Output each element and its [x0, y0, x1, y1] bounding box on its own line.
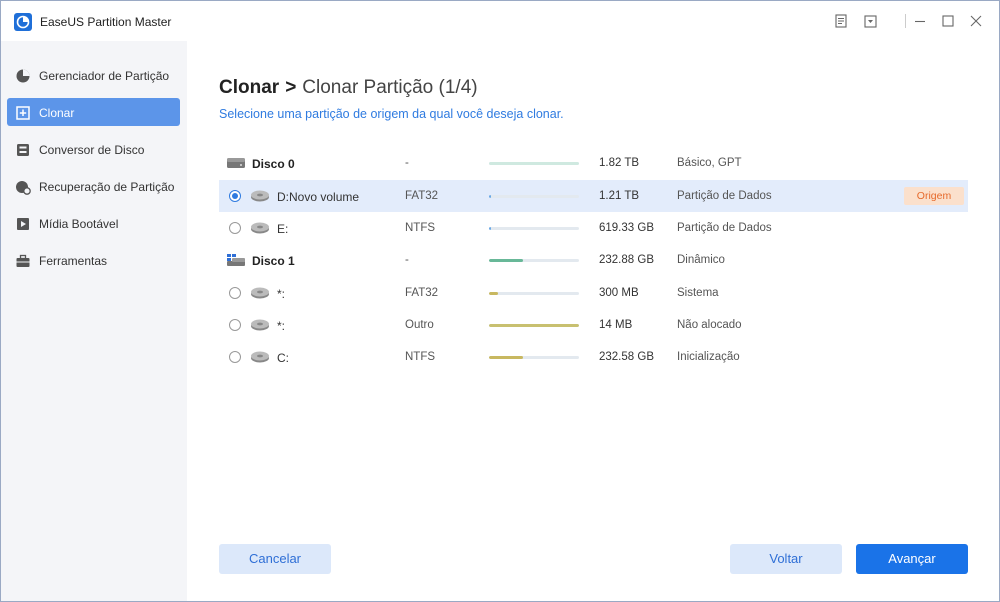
partition-type: Inicialização [677, 351, 740, 363]
partition-radio[interactable] [229, 222, 241, 234]
partition-type: Básico, GPT [677, 157, 742, 169]
sidebar: Gerenciador de Partição Clonar Conversor… [1, 41, 187, 601]
cancel-button[interactable]: Cancelar [219, 544, 331, 574]
file-system: - [405, 254, 409, 266]
feedback-icon[interactable] [833, 13, 849, 29]
pie-chart-icon [15, 68, 31, 83]
file-system: NTFS [405, 351, 436, 363]
partition-name: E: [277, 222, 289, 236]
close-icon[interactable] [968, 13, 984, 29]
minimize-icon[interactable] [912, 13, 928, 29]
hard-disk-icon [226, 156, 246, 170]
capacity: 619.33 GB [599, 222, 654, 234]
bootable-media-icon [15, 216, 31, 230]
partition-type: Partição de Dados [677, 190, 772, 202]
toolbox-icon [15, 253, 31, 267]
partition-type: Dinâmico [677, 254, 725, 266]
usage-bar [489, 195, 579, 198]
partition-row-c[interactable]: C: NTFS 232.58 GB Inicialização [219, 341, 968, 373]
partition-name: D:Novo volume [277, 190, 360, 204]
disk-name: Disco 1 [252, 254, 295, 268]
page-title: Clonar > Clonar Partição (1/4) [219, 77, 478, 99]
source-badge: Origem [904, 187, 964, 205]
sidebar-item-clone[interactable]: Clonar [7, 98, 180, 126]
partition-row-e[interactable]: E: NTFS 619.33 GB Partição de Dados [219, 212, 968, 244]
partition-type: Partição de Dados [677, 222, 772, 234]
partition-icon [250, 350, 270, 364]
app-title: EaseUS Partition Master [40, 15, 172, 29]
sidebar-item-disk-converter[interactable]: Conversor de Disco [7, 135, 180, 163]
partition-name: *: [277, 287, 286, 301]
back-button[interactable]: Voltar [730, 544, 842, 574]
breadcrumb-step: Clonar Partição (1/4) [302, 77, 478, 98]
disk-name: Disco 0 [252, 157, 295, 171]
capacity: 14 MB [599, 319, 633, 331]
capacity: 1.21 TB [599, 190, 640, 202]
instruction-text: Selecione uma partição de origem da qual… [219, 107, 564, 121]
capacity: 1.82 TB [599, 157, 640, 169]
partition-name: C: [277, 351, 289, 365]
recovery-icon [15, 179, 31, 195]
sidebar-item-tools[interactable]: Ferramentas [7, 246, 180, 274]
partition-row-system[interactable]: *: FAT32 300 MB Sistema [219, 277, 968, 309]
app-logo-icon [14, 13, 32, 31]
partition-row-d[interactable]: D:Novo volume FAT32 1.21 TB Partição de … [219, 180, 968, 212]
dynamic-disk-icon [226, 253, 246, 267]
sidebar-item-bootable-media[interactable]: Mídia Bootável [7, 209, 180, 237]
breadcrumb-separator: > [285, 77, 297, 98]
sidebar-item-partition-manager[interactable]: Gerenciador de Partição [7, 61, 180, 89]
partition-row-unallocated[interactable]: *: Outro 14 MB Não alocado [219, 309, 968, 341]
partition-radio[interactable] [229, 351, 241, 363]
breadcrumb-root: Clonar [219, 77, 280, 98]
usage-bar [489, 259, 579, 262]
sidebar-item-label: Gerenciador de Partição [39, 69, 170, 83]
capacity: 300 MB [599, 287, 639, 299]
disk-convert-icon [15, 142, 31, 156]
next-button[interactable]: Avançar [856, 544, 968, 574]
sidebar-item-label: Clonar [39, 106, 75, 120]
title-bar: EaseUS Partition Master [1, 1, 999, 41]
main-panel: Clonar > Clonar Partição (1/4) Selecione u… [187, 41, 999, 601]
app-window: EaseUS Partition Master Gerenciador de P… [0, 0, 1000, 602]
partition-type: Sistema [677, 287, 719, 299]
file-system: Outro [405, 319, 434, 331]
partition-radio[interactable] [229, 190, 241, 202]
partition-radio[interactable] [229, 287, 241, 299]
menu-dropdown-icon[interactable] [862, 13, 878, 29]
file-system: NTFS [405, 222, 436, 234]
sidebar-item-label: Conversor de Disco [39, 143, 145, 157]
sidebar-item-label: Ferramentas [39, 254, 108, 268]
usage-bar [489, 162, 579, 165]
maximize-icon[interactable] [940, 13, 956, 29]
partition-icon [250, 318, 270, 332]
file-system: FAT32 [405, 287, 439, 299]
usage-bar [489, 292, 579, 295]
partition-name: *: [277, 319, 286, 333]
file-system: - [405, 157, 409, 169]
usage-bar [489, 227, 579, 230]
titlebar-divider [905, 14, 906, 28]
sidebar-item-label: Mídia Bootável [39, 217, 119, 231]
capacity: 232.88 GB [599, 254, 654, 266]
sidebar-item-partition-recovery[interactable]: Recuperação de Partição [7, 172, 180, 200]
usage-bar [489, 324, 579, 327]
partition-radio[interactable] [229, 319, 241, 331]
usage-bar [489, 356, 579, 359]
sidebar-item-label: Recuperação de Partição [39, 180, 175, 194]
partition-icon [250, 221, 270, 235]
partition-icon [250, 189, 270, 203]
clone-icon [15, 105, 31, 120]
partition-icon [250, 286, 270, 300]
disk-row: Disco 0 - 1.82 TB Básico, GPT [219, 147, 968, 179]
capacity: 232.58 GB [599, 351, 654, 363]
file-system: FAT32 [405, 190, 439, 202]
disk-row: Disco 1 - 232.88 GB Dinâmico [219, 244, 968, 276]
partition-type: Não alocado [677, 319, 742, 331]
